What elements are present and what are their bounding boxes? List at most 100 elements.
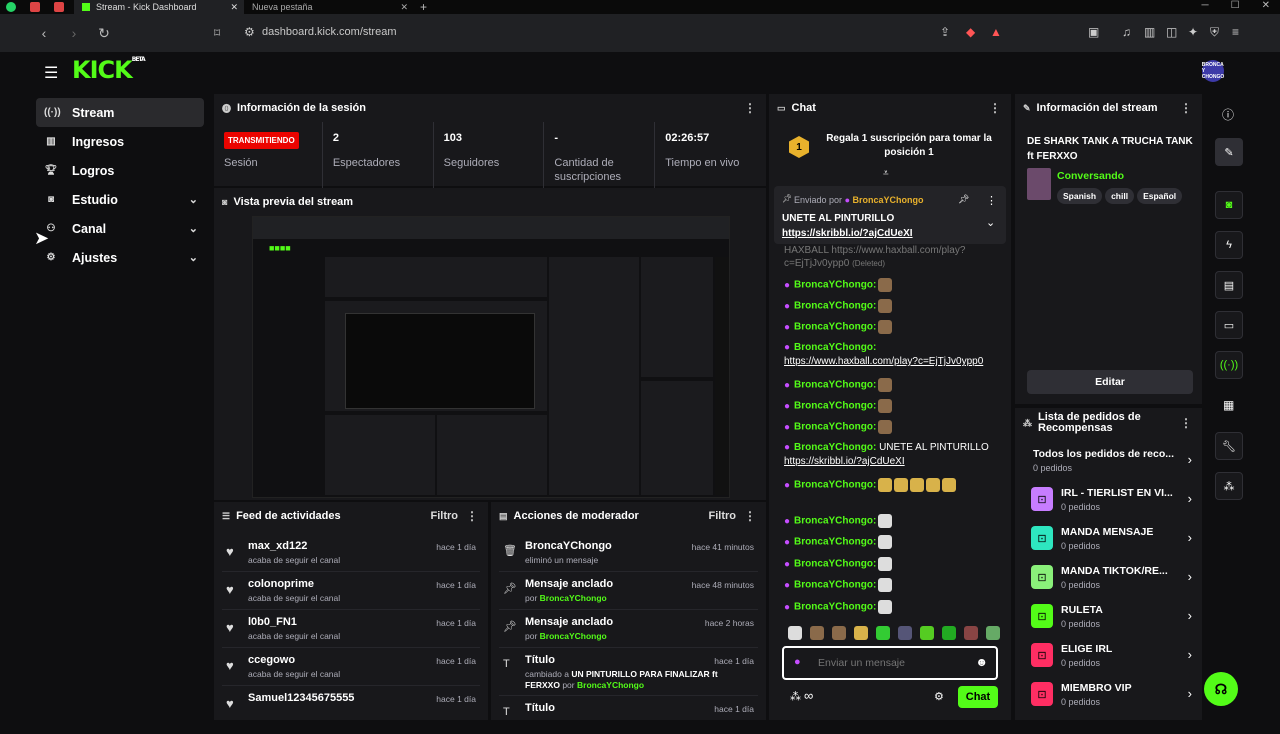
maximize-icon[interactable]: ☐ (1231, 0, 1240, 11)
rail-edit-button[interactable]: ✎ (1215, 138, 1243, 166)
category-name[interactable]: Conversando (1057, 170, 1124, 182)
more-options-icon[interactable]: ⋮ (744, 509, 756, 523)
sidebar-item-estudio[interactable]: ◙ Estudio ⌄ (36, 185, 204, 214)
reload-icon[interactable]: ↻ (96, 25, 112, 42)
reward-item[interactable]: ⊡ RULETA 0 pedidos › (1023, 598, 1194, 637)
music-icon[interactable]: ♫ (1122, 25, 1131, 39)
sidebar-item-logros[interactable]: 🏆︎ Logros (36, 156, 204, 185)
sidebar-item-ajustes[interactable]: ⚙ Ajustes ⌄ (36, 243, 204, 272)
sidebar-item-stream[interactable]: ((·)) Stream (36, 98, 204, 127)
emote-icon[interactable] (942, 626, 956, 640)
gift-icon: ⊡ (1031, 526, 1053, 550)
more-options-icon[interactable]: ⋮ (1180, 101, 1192, 115)
rewards-icon[interactable]: ▲ (990, 25, 1002, 39)
close-window-icon[interactable]: ✕ (1262, 0, 1270, 11)
pinned-link[interactable]: https://skribbl.io/?ajCdUeXI (782, 228, 913, 239)
infinity-icon[interactable]: ∞ (804, 688, 813, 703)
emote-icon[interactable] (876, 626, 890, 640)
sidebar-item-canal[interactable]: ⚇ Canal ⌄ (36, 214, 204, 243)
mic-badge-icon: ● (784, 442, 791, 453)
collapse-icon[interactable]: ⩡ (883, 168, 889, 179)
reward-item[interactable]: ⊡ MIEMBRO VIP 0 pedidos › (1023, 676, 1194, 715)
gmail-icon[interactable] (30, 2, 40, 12)
rail-tools-button[interactable]: 🔧︎ (1215, 432, 1243, 460)
chat-input-box[interactable]: ● ☻ (782, 646, 998, 680)
more-options-icon[interactable]: ⋮ (466, 509, 478, 523)
chat-settings-icon[interactable]: ⚙ (934, 690, 944, 703)
user-avatar[interactable]: BRONCA Y CHONGO (1202, 60, 1224, 82)
more-options-icon[interactable]: ⋮ (744, 101, 756, 115)
kick-logo[interactable]: KICKBETA (72, 56, 146, 84)
edit-stream-button[interactable]: Editar (1027, 370, 1193, 394)
rail-lightning-button[interactable]: ϟ (1215, 231, 1243, 259)
reward-item-all[interactable]: Todos los pedidos de reco... 0 pedidos › (1023, 442, 1194, 481)
hamburger-menu-icon[interactable]: ☰ (44, 63, 58, 83)
chat-message-link[interactable]: https://www.haxball.com/play?c=EjTjJv0yp… (784, 356, 983, 367)
filter-button[interactable]: Filtro (431, 510, 459, 522)
new-tab-icon[interactable]: + (420, 0, 427, 14)
vpn-icon[interactable]: ⛨ (1210, 25, 1219, 40)
rail-broadcast-button[interactable]: ((·)) (1215, 351, 1243, 379)
gmail-icon[interactable] (54, 2, 64, 12)
info-icon[interactable]: ⓘ (1222, 106, 1234, 123)
rail-camera-button[interactable]: ◙ (1215, 191, 1243, 219)
emote-icon[interactable] (854, 626, 868, 640)
emote-icon[interactable] (964, 626, 978, 640)
more-options-icon[interactable]: ⋮ (989, 101, 1001, 115)
emote-icon[interactable] (810, 626, 824, 640)
brave-shield-icon[interactable]: ◆ (966, 25, 975, 39)
whatsapp-icon[interactable] (6, 2, 16, 12)
preview-panel (325, 415, 435, 495)
moderator-actions-panel: ▤ Acciones de moderador Filtro ⋮ 🗑︎ BroncaYC… (491, 502, 766, 720)
emote-icon[interactable] (788, 626, 802, 640)
unpin-icon[interactable]: 📌︎ (958, 194, 969, 205)
chat-message-link[interactable]: https://skribbl.io/?ajCdUeXI (784, 456, 905, 467)
close-tab-icon[interactable]: ✕ (400, 2, 408, 13)
screenshot-icon[interactable]: ▣ (1088, 25, 1099, 39)
reward-item[interactable]: ⊡ ELIGE IRL 0 pedidos › (1023, 637, 1194, 676)
url-bar[interactable]: dashboard.kick.com/stream (262, 26, 397, 38)
more-options-icon[interactable]: ⋮ (1180, 417, 1192, 429)
stream-preview-video[interactable]: ■■■■ (252, 216, 730, 498)
pin-icon: 📌︎ (503, 621, 517, 633)
emoji-icon[interactable]: ☻ (975, 655, 988, 669)
chevron-down-icon[interactable]: ⌄ (986, 216, 995, 229)
tab-new[interactable]: Nueva pestaña ✕ (244, 0, 414, 14)
share-icon[interactable]: ⇪ (940, 25, 950, 39)
emote-icon[interactable] (920, 626, 934, 640)
emote-icon[interactable] (832, 626, 846, 640)
extensions-icon[interactable]: ◫ (1166, 25, 1177, 39)
preview-browser-bar (253, 217, 729, 239)
sidebar-item-ingresos[interactable]: ▥ Ingresos (36, 127, 204, 156)
tag[interactable]: Spanish (1057, 188, 1103, 204)
rail-notes-button[interactable]: ▤ (1215, 271, 1243, 299)
site-settings-icon[interactable]: ⚙ (244, 25, 255, 39)
tag[interactable]: Español (1137, 188, 1183, 204)
emote-icon[interactable] (986, 626, 1000, 640)
bookmark-icon[interactable]: ⌑ (214, 26, 220, 40)
rail-rewards-button[interactable]: ⁂ (1215, 472, 1243, 500)
more-options-icon[interactable]: ⋮ (986, 194, 997, 207)
filter-button[interactable]: Filtro (709, 510, 737, 522)
menu-icon[interactable]: ≡ (1232, 25, 1239, 39)
reward-item[interactable]: ⊡ MANDA MENSAJE 0 pedidos › (1023, 520, 1194, 559)
reward-item[interactable]: ⊡ MANDA TIKTOK/RE... 0 pedidos › (1023, 559, 1194, 598)
layout-icon[interactable]: ▦ (1223, 398, 1234, 412)
category-thumbnail[interactable] (1027, 168, 1051, 200)
send-chat-button[interactable]: Chat (958, 686, 998, 708)
emote-menu-icon[interactable]: ⁂ (790, 690, 801, 703)
reward-item[interactable]: ⊡ IRL - TIERLIST EN VI... 0 pedidos › (1023, 481, 1194, 520)
rail-chat-button[interactable]: ▭ (1215, 311, 1243, 339)
emote-icon[interactable] (898, 626, 912, 640)
help-button[interactable]: ☊ (1204, 672, 1238, 706)
minimize-icon[interactable]: ─ (1202, 0, 1209, 11)
back-icon[interactable]: ‹ (36, 25, 52, 41)
gift-sub-banner[interactable]: 1 Regala 1 suscripción para tomar la pos… (769, 126, 1011, 172)
chat-input[interactable] (818, 654, 968, 672)
ai-icon[interactable]: ✦ (1188, 25, 1198, 39)
close-tab-icon[interactable]: ✕ (230, 2, 238, 13)
tab-kick-dashboard[interactable]: Stream - Kick Dashboard ✕ (74, 0, 244, 14)
tag[interactable]: chill (1105, 188, 1135, 204)
sidebar-icon[interactable]: ▥ (1144, 25, 1155, 39)
forward-icon[interactable]: › (66, 25, 82, 41)
